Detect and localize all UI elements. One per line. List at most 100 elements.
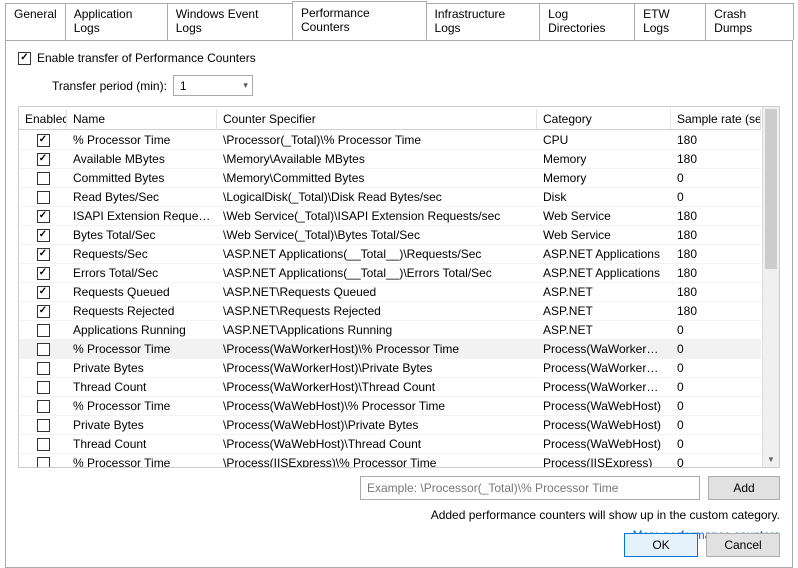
row-specifier: \Process(WaWorkerHost)\Private Bytes	[217, 359, 537, 378]
table-row[interactable]: Applications Running\ASP.NET\Application…	[19, 321, 762, 340]
table-row[interactable]: Bytes Total/Sec\Web Service(_Total)\Byte…	[19, 226, 762, 245]
row-enabled-checkbox[interactable]	[37, 343, 50, 356]
row-rate: 0	[671, 397, 761, 416]
row-enabled-checkbox[interactable]	[37, 267, 50, 280]
table-row[interactable]: Private Bytes\Process(WaWebHost)\Private…	[19, 416, 762, 435]
scroll-down-icon[interactable]: ▼	[763, 452, 779, 467]
ok-button[interactable]: OK	[624, 533, 698, 557]
row-category: Process(WaWebHost)	[537, 416, 671, 435]
row-rate: 180	[671, 150, 761, 169]
row-enabled-checkbox[interactable]	[37, 134, 50, 147]
table-row[interactable]: Thread Count\Process(WaWebHost)\Thread C…	[19, 435, 762, 454]
add-note: Added performance counters will show up …	[18, 508, 780, 522]
row-rate: 180	[671, 245, 761, 264]
table-row[interactable]: % Processor Time\Process(WaWorkerHost)\%…	[19, 340, 762, 359]
row-enabled-checkbox[interactable]	[37, 400, 50, 413]
tab-panel-performance-counters: Enable transfer of Performance Counters …	[5, 40, 793, 568]
row-rate: 0	[671, 359, 761, 378]
enable-transfer-label: Enable transfer of Performance Counters	[37, 51, 256, 65]
row-category: Disk	[537, 188, 671, 207]
tab-etw-logs[interactable]: ETW Logs	[634, 3, 706, 40]
row-specifier: \Process(WaWorkerHost)\Thread Count	[217, 378, 537, 397]
row-enabled-checkbox[interactable]	[37, 172, 50, 185]
transfer-period-value: 1	[180, 79, 187, 93]
col-sample-rate[interactable]: Sample rate (sec)	[671, 109, 761, 130]
tab-log-directories[interactable]: Log Directories	[539, 3, 635, 40]
row-specifier: \Process(WaWorkerHost)\% Processor Time	[217, 340, 537, 359]
row-category: Process(IISExpress)	[537, 454, 671, 467]
row-category: ASP.NET	[537, 283, 671, 302]
row-name: % Processor Time	[67, 340, 217, 359]
row-name: Applications Running	[67, 321, 217, 340]
row-enabled-checkbox[interactable]	[37, 457, 50, 468]
table-row[interactable]: % Processor Time\Processor(_Total)\% Pro…	[19, 131, 762, 150]
row-enabled-checkbox[interactable]	[37, 419, 50, 432]
col-enabled[interactable]: Enabled	[19, 109, 67, 130]
row-enabled-checkbox[interactable]	[37, 305, 50, 318]
table-row[interactable]: Read Bytes/Sec\LogicalDisk(_Total)\Disk …	[19, 188, 762, 207]
row-enabled-checkbox[interactable]	[37, 362, 50, 375]
tab-strip: General Application Logs Windows Event L…	[0, 0, 798, 41]
row-rate: 180	[671, 131, 761, 150]
tab-infrastructure-logs[interactable]: Infrastructure Logs	[426, 3, 541, 40]
row-enabled-checkbox[interactable]	[37, 153, 50, 166]
row-category: Process(WaWebHost)	[537, 435, 671, 454]
tab-windows-event-logs[interactable]: Windows Event Logs	[167, 3, 293, 40]
scrollbar[interactable]: ▲ ▼	[762, 107, 779, 467]
tab-crash-dumps[interactable]: Crash Dumps	[705, 3, 794, 40]
row-name: Bytes Total/Sec	[67, 226, 217, 245]
row-enabled-checkbox[interactable]	[37, 381, 50, 394]
row-name: Errors Total/Sec	[67, 264, 217, 283]
col-specifier[interactable]: Counter Specifier	[217, 109, 537, 130]
row-rate: 0	[671, 378, 761, 397]
row-category: Web Service	[537, 207, 671, 226]
table-row[interactable]: % Processor Time\Process(WaWebHost)\% Pr…	[19, 397, 762, 416]
table-row[interactable]: Errors Total/Sec\ASP.NET Applications(__…	[19, 264, 762, 283]
table-row[interactable]: Committed Bytes\Memory\Committed BytesMe…	[19, 169, 762, 188]
row-specifier: \ASP.NET\Applications Running	[217, 321, 537, 340]
row-specifier: \Process(WaWebHost)\Thread Count	[217, 435, 537, 454]
table-row[interactable]: Requests/Sec\ASP.NET Applications(__Tota…	[19, 245, 762, 264]
table-row[interactable]: Available MBytes\Memory\Available MBytes…	[19, 150, 762, 169]
table-row[interactable]: Requests Queued\ASP.NET\Requests QueuedA…	[19, 283, 762, 302]
row-enabled-checkbox[interactable]	[37, 324, 50, 337]
counters-grid: Enabled Name Counter Specifier Category …	[18, 106, 780, 468]
row-rate: 180	[671, 207, 761, 226]
row-enabled-checkbox[interactable]	[37, 191, 50, 204]
row-rate: 180	[671, 302, 761, 321]
row-rate: 0	[671, 188, 761, 207]
tab-performance-counters[interactable]: Performance Counters	[292, 1, 427, 39]
transfer-period-select[interactable]: 1 ▾	[173, 75, 253, 96]
cancel-button[interactable]: Cancel	[706, 533, 780, 557]
table-row[interactable]: ISAPI Extension Requests/...\Web Service…	[19, 207, 762, 226]
row-enabled-checkbox[interactable]	[37, 229, 50, 242]
row-enabled-checkbox[interactable]	[37, 248, 50, 261]
row-name: % Processor Time	[67, 454, 217, 467]
tab-general[interactable]: General	[5, 3, 66, 40]
table-row[interactable]: Private Bytes\Process(WaWorkerHost)\Priv…	[19, 359, 762, 378]
row-category: ASP.NET Applications	[537, 245, 671, 264]
row-enabled-checkbox[interactable]	[37, 210, 50, 223]
row-specifier: \Processor(_Total)\% Processor Time	[217, 131, 537, 150]
add-button[interactable]: Add	[708, 476, 780, 500]
scroll-thumb[interactable]	[765, 109, 777, 269]
enable-transfer-row[interactable]: Enable transfer of Performance Counters	[18, 51, 780, 65]
row-enabled-checkbox[interactable]	[37, 438, 50, 451]
col-category[interactable]: Category	[537, 109, 671, 130]
row-specifier: \Web Service(_Total)\Bytes Total/Sec	[217, 226, 537, 245]
row-rate: 0	[671, 340, 761, 359]
row-enabled-checkbox[interactable]	[37, 286, 50, 299]
row-specifier: \Web Service(_Total)\ISAPI Extension Req…	[217, 207, 537, 226]
counters-grid-head: Enabled Name Counter Specifier Category …	[19, 107, 762, 131]
enable-transfer-checkbox[interactable]	[18, 52, 31, 65]
table-row[interactable]: Requests Rejected\ASP.NET\Requests Rejec…	[19, 302, 762, 321]
add-counter-input[interactable]: Example: \Processor(_Total)\% Processor …	[360, 476, 700, 500]
row-category: ASP.NET	[537, 302, 671, 321]
row-category: CPU	[537, 131, 671, 150]
tab-application-logs[interactable]: Application Logs	[65, 3, 168, 40]
row-specifier: \Process(WaWebHost)\Private Bytes	[217, 416, 537, 435]
table-row[interactable]: Thread Count\Process(WaWorkerHost)\Threa…	[19, 378, 762, 397]
table-row[interactable]: % Processor Time\Process(IISExpress)\% P…	[19, 454, 762, 467]
col-name[interactable]: Name	[67, 109, 217, 130]
row-specifier: \ASP.NET\Requests Rejected	[217, 302, 537, 321]
